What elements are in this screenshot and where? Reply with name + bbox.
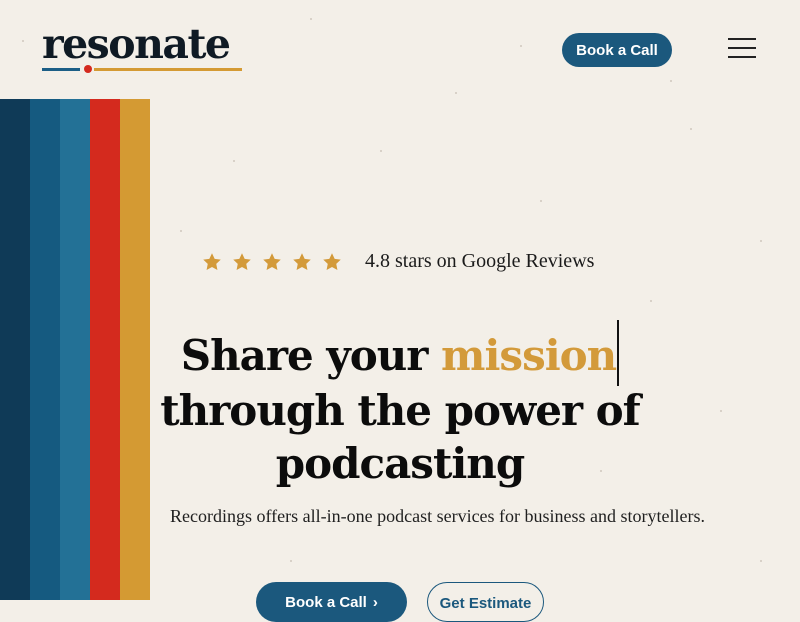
brand-logo[interactable]: resonate <box>42 22 242 74</box>
hero-subtext: Recordings offers all-in-one podcast ser… <box>169 506 706 526</box>
rating-text: 4.8 stars on Google Reviews <box>365 250 595 272</box>
book-call-button-header[interactable]: Book a Call <box>562 33 672 67</box>
stripe-gold <box>120 99 150 600</box>
headline-line-3: podcasting <box>275 439 525 488</box>
brand-wordmark: resonate <box>42 20 231 68</box>
star-icon <box>292 252 312 272</box>
star-icon <box>202 252 222 272</box>
book-call-label: Book a Call <box>285 594 367 611</box>
headline-prefix: Share your <box>180 331 442 380</box>
get-estimate-button[interactable]: Get Estimate <box>427 582 544 622</box>
headline-line-1: Share your mission <box>150 320 650 392</box>
get-estimate-label: Get Estimate <box>439 595 532 612</box>
stripe-red <box>90 99 120 600</box>
stripe-blue <box>30 99 60 600</box>
headline-accent-word: mission <box>441 331 617 380</box>
logo-underline-blue <box>42 68 80 71</box>
star-icon <box>232 252 252 272</box>
star-icon <box>262 252 282 272</box>
book-call-button[interactable]: Book a Call › <box>256 582 407 622</box>
logo-dot <box>84 65 92 73</box>
headline-line-2: through the power of <box>160 386 641 435</box>
star-icon <box>322 252 342 272</box>
logo-underline-gold <box>94 68 242 71</box>
stripe-teal <box>60 99 90 600</box>
hamburger-menu-icon[interactable] <box>728 36 758 60</box>
decorative-stripes <box>0 99 150 600</box>
chevron-right-icon: › <box>372 594 378 611</box>
rating-row: 4.8 stars on Google Reviews <box>197 250 594 273</box>
stripe-navy <box>0 99 30 600</box>
typing-cursor <box>617 320 620 386</box>
